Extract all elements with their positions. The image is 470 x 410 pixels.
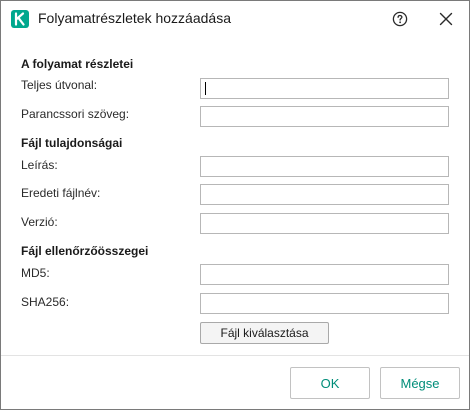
full-path-label: Teljes útvonal:: [21, 78, 98, 92]
footer-divider: [1, 355, 469, 356]
dialog-window: Folyamatrészletek hozzáadása A folyamat …: [0, 0, 470, 410]
help-circle-icon: [392, 11, 408, 27]
version-label: Verzió:: [21, 215, 58, 229]
section-heading-file-properties: Fájl tulajdonságai: [21, 136, 123, 150]
help-button[interactable]: [387, 7, 413, 31]
sha256-input[interactable]: [200, 293, 449, 314]
select-file-button[interactable]: Fájl kiválasztása: [200, 322, 329, 344]
close-icon: [439, 12, 453, 26]
ok-button[interactable]: OK: [290, 367, 370, 399]
command-line-label: Parancssori szöveg:: [21, 107, 130, 121]
version-input[interactable]: [200, 213, 449, 234]
command-line-input[interactable]: [200, 106, 449, 127]
original-filename-input[interactable]: [200, 184, 449, 205]
text-caret: [205, 82, 206, 95]
md5-input[interactable]: [200, 264, 449, 285]
title-bar: Folyamatrészletek hozzáadása: [1, 1, 469, 37]
section-heading-process: A folyamat részletei: [21, 57, 134, 71]
md5-label: MD5:: [21, 266, 50, 280]
close-button[interactable]: [433, 7, 459, 31]
description-label: Leírás:: [21, 158, 58, 172]
section-heading-checksums: Fájl ellenőrzőösszegei: [21, 244, 149, 258]
description-input[interactable]: [200, 156, 449, 177]
sha256-label: SHA256:: [21, 295, 70, 309]
kaspersky-logo-icon: [11, 10, 29, 28]
full-path-input[interactable]: [200, 78, 449, 99]
cancel-button[interactable]: Mégse: [380, 367, 460, 399]
original-filename-label: Eredeti fájlnév:: [21, 186, 101, 200]
dialog-title: Folyamatrészletek hozzáadása: [38, 10, 231, 26]
